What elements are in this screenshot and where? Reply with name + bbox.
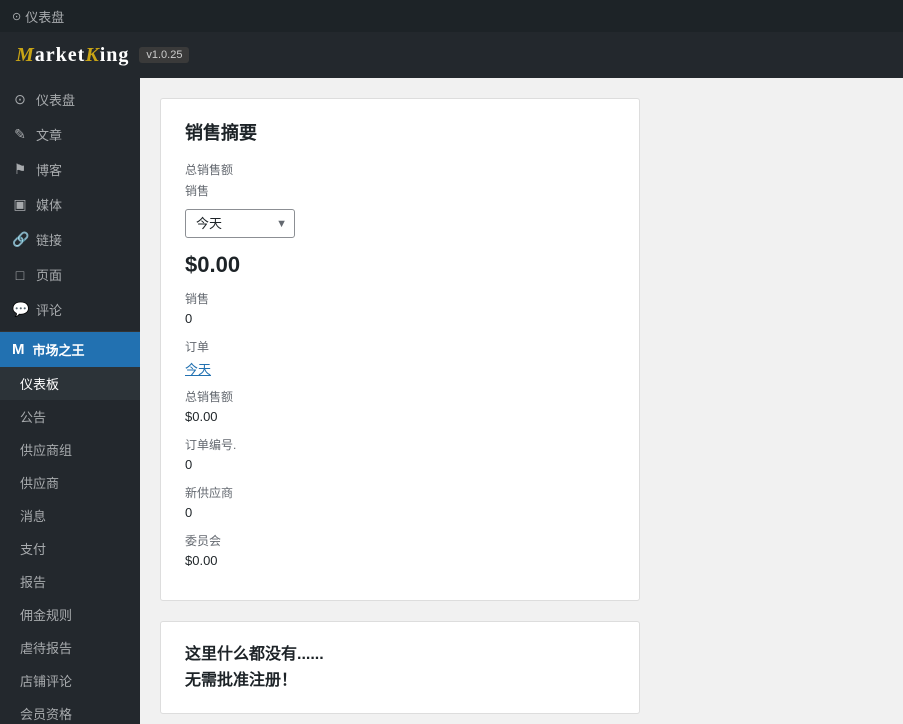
sidebar-item-mk-membership[interactable]: 会员资格: [0, 697, 140, 724]
sidebar-item-mk-messages[interactable]: 消息: [0, 499, 140, 532]
today-link[interactable]: 今天: [185, 362, 211, 377]
sales-count-label: 销售: [185, 290, 615, 307]
sidebar-item-comments[interactable]: 💬 评论: [0, 292, 140, 327]
sidebar-item-mk-dashboard[interactable]: 仪表板: [0, 367, 140, 400]
sidebar-item-media[interactable]: ▣ 媒体: [0, 187, 140, 222]
sidebar-top-section: ⊙ 仪表盘 ✎ 文章 ⚑ 博客 ▣ 媒体 🔗 链接 □ 页面: [0, 78, 140, 332]
brandbar: MarketKing v1.0.25: [0, 32, 903, 78]
empty-state-card: 这里什么都没有...... 无需批准注册！: [160, 621, 640, 714]
empty-state-text: 这里什么都没有...... 无需批准注册！: [185, 642, 615, 693]
sidebar-item-mk-payments[interactable]: 支付: [0, 532, 140, 565]
order-no: 0: [185, 457, 615, 472]
topbar-dashboard[interactable]: ⊙ 仪表盘: [12, 7, 64, 26]
pages-icon: □: [12, 267, 28, 283]
topbar: ⊙ 仪表盘: [0, 0, 903, 32]
sidebar-item-pages[interactable]: □ 页面: [0, 257, 140, 292]
sales-filter-label: 销售: [185, 182, 615, 199]
posts-icon: ✎: [12, 126, 28, 143]
sidebar-item-mk-abuse[interactable]: 虐待报告: [0, 631, 140, 664]
main-content: 销售摘要 总销售额 销售 今天 本周 本月 今年 ▼ $0.00 销售 0 订单…: [140, 78, 903, 724]
new-vendor-label: 新供应商: [185, 484, 615, 501]
sales-period-select-wrap: 今天 本周 本月 今年 ▼: [185, 209, 295, 238]
media-icon: ▣: [12, 196, 28, 213]
marketking-icon: M: [12, 341, 25, 358]
total-sales-label: 总销售额: [185, 161, 615, 178]
sidebar-item-mk-reviews[interactable]: 店铺评论: [0, 664, 140, 697]
sidebar: ⊙ 仪表盘 ✎ 文章 ⚑ 博客 ▣ 媒体 🔗 链接 □ 页面: [0, 78, 140, 724]
sidebar-submenu: 仪表板 公告 供应商组 供应商 消息 支付 报告 佣金规则 虐待报告 店铺评论 …: [0, 367, 140, 724]
sidebar-item-mk-vendor-groups[interactable]: 供应商组: [0, 433, 140, 466]
comments-icon: 💬: [12, 301, 28, 318]
sales-period-select[interactable]: 今天 本周 本月 今年: [185, 209, 295, 238]
commission-label: 委员会: [185, 532, 615, 549]
sales-summary-card: 销售摘要 总销售额 销售 今天 本周 本月 今年 ▼ $0.00 销售 0 订单…: [160, 98, 640, 601]
brand-version: v1.0.25: [139, 47, 189, 63]
new-vendor: 0: [185, 505, 615, 520]
sidebar-item-mk-commission[interactable]: 佣金规则: [0, 598, 140, 631]
commission: $0.00: [185, 553, 615, 568]
marketking-header[interactable]: M 市场之王: [0, 332, 140, 367]
sidebar-item-blog[interactable]: ⚑ 博客: [0, 152, 140, 187]
dashboard-icon: ⊙: [12, 91, 28, 108]
card-title: 销售摘要: [185, 119, 615, 145]
links-icon: 🔗: [12, 231, 28, 248]
sidebar-item-mk-reports[interactable]: 报告: [0, 565, 140, 598]
sales-count: 0: [185, 311, 615, 326]
order-no-label: 订单编号.: [185, 436, 615, 453]
sidebar-item-links[interactable]: 🔗 链接: [0, 222, 140, 257]
dashboard-topbar-icon: ⊙: [12, 10, 21, 23]
total-amount: $0.00: [185, 409, 615, 424]
sidebar-item-mk-vendors[interactable]: 供应商: [0, 466, 140, 499]
blog-icon: ⚑: [12, 161, 28, 178]
sidebar-item-dashboard[interactable]: ⊙ 仪表盘: [0, 82, 140, 117]
sidebar-item-posts[interactable]: ✎ 文章: [0, 117, 140, 152]
sidebar-item-mk-announcement[interactable]: 公告: [0, 400, 140, 433]
brand-logo: MarketKing: [16, 44, 129, 67]
orders-label: 订单: [185, 338, 615, 355]
total-sales-label2: 总销售额: [185, 388, 615, 405]
sales-amount: $0.00: [185, 252, 615, 278]
